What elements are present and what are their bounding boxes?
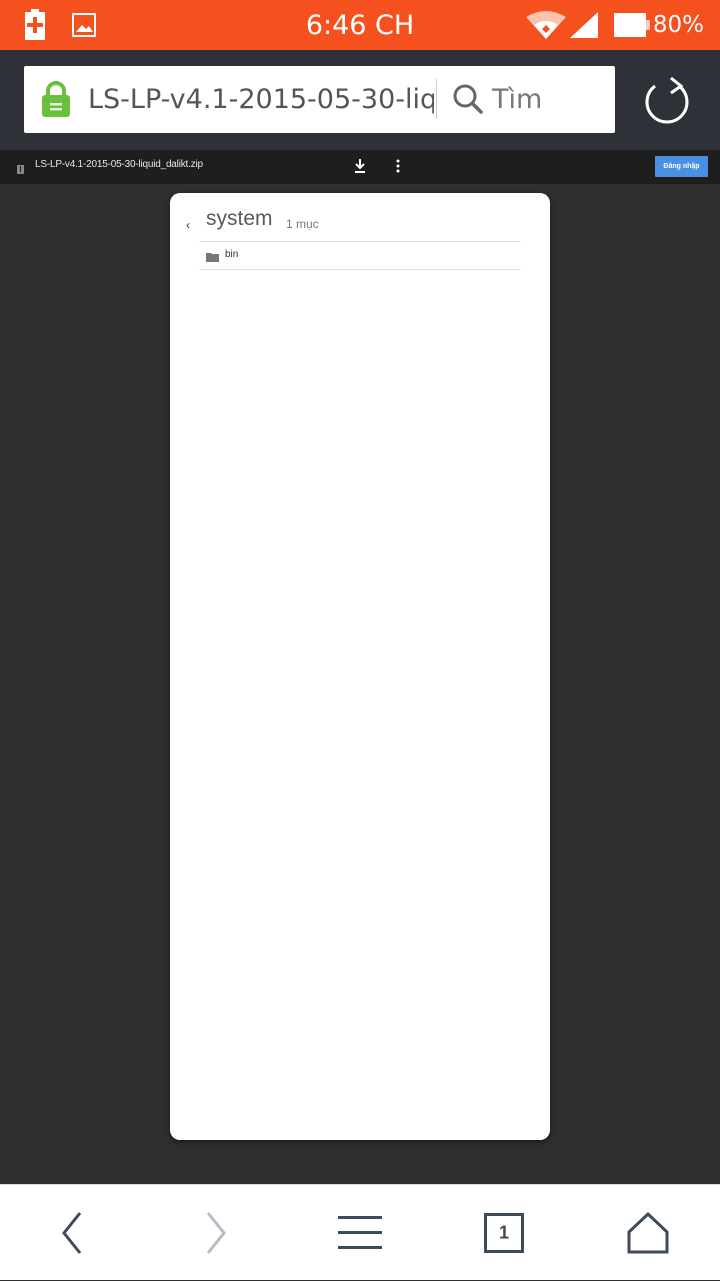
bottom-navigation: 1 [0,1184,720,1280]
list-item[interactable]: bin [199,241,521,270]
folder-back-button[interactable]: ‹ [186,218,190,232]
home-button[interactable] [576,1185,720,1281]
search-label[interactable]: Tìm [492,84,542,115]
status-bar: 6:46 CH 80% [0,0,720,50]
menu-button[interactable] [288,1185,432,1281]
battery-percent: 80% [652,12,704,38]
reload-icon[interactable] [643,74,691,131]
forward-icon [206,1212,226,1254]
zip-file-icon [17,161,24,179]
browser-toolbar: LS-LP-v4.1-2015-05-30-liqui Tìm [0,50,720,150]
cellular-signal-icon [570,12,598,43]
lock-icon [40,81,72,122]
viewer-filename: LS-LP-v4.1-2015-05-30-liquid_dalikt.zip [35,159,203,170]
folder-item-count: 1 mục [286,217,319,231]
wifi-icon [526,11,566,44]
more-options-icon[interactable] [396,159,400,178]
back-button[interactable] [0,1185,144,1281]
tab-count: 1 [498,1222,510,1243]
status-time: 6:46 CH [305,10,415,41]
forward-button[interactable] [144,1185,288,1281]
viewer-header: LS-LP-v4.1-2015-05-30-liquid_dalikt.zip … [0,150,720,184]
folder-panel: ‹ system 1 mục bin [170,193,550,1140]
home-icon [627,1212,669,1254]
address-separator [436,79,437,119]
folder-title: system [206,207,273,230]
battery-icon [614,13,650,42]
download-icon[interactable] [353,158,367,179]
url-text[interactable]: LS-LP-v4.1-2015-05-30-liqui [88,84,434,115]
folder-icon [206,249,219,267]
viewer-content: ‹ system 1 mục bin [0,184,720,1184]
menu-icon [338,1216,382,1249]
list-item-label: bin [225,249,239,260]
address-bar[interactable]: LS-LP-v4.1-2015-05-30-liqui Tìm [24,66,615,133]
signin-button[interactable]: Đăng nhập [655,156,708,177]
tabs-button[interactable]: 1 [432,1185,576,1281]
search-icon[interactable] [452,83,484,120]
back-icon [62,1212,82,1254]
divider [199,269,521,270]
